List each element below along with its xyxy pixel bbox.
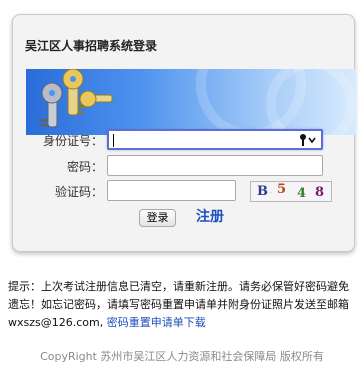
keys-icon xyxy=(39,69,113,128)
login-banner xyxy=(26,69,356,135)
captcha-char: B xyxy=(257,184,268,199)
login-button[interactable]: 登录 xyxy=(139,209,176,227)
captcha-char: 5 xyxy=(277,182,287,197)
text-caret xyxy=(113,134,114,147)
password-row: 密码： xyxy=(13,155,356,177)
password-input[interactable] xyxy=(107,155,323,176)
captcha-image[interactable]: B . . 5 4 8 xyxy=(250,181,332,202)
login-panel: 吴江区人事招聘系统登录 身份证号： 密码： 验证码： B . . 5 4 8 登… xyxy=(12,14,356,252)
captcha-row: 验证码： B . . 5 4 8 xyxy=(13,180,356,202)
banner-swirl xyxy=(266,69,356,135)
register-link[interactable]: 注册 xyxy=(196,206,224,226)
panel-title: 吴江区人事招聘系统登录 xyxy=(25,39,158,53)
captcha-label: 验证码： xyxy=(54,185,103,199)
id-number-input[interactable] xyxy=(107,129,323,150)
captcha-noise: . . xyxy=(269,190,273,194)
captcha-char: 8 xyxy=(315,185,325,200)
copyright: CopyRight 苏州市吴江区人力资源和社会保障局 版权所有 xyxy=(40,350,324,363)
password-label: 密码： xyxy=(66,160,103,174)
notice-text: 提示：上次考试注册信息已清空，请重新注册。请务必保管好密码避免遗忘！如忘记密码，… xyxy=(8,278,358,332)
captcha-char: 4 xyxy=(297,186,307,201)
key-dropdown-icon[interactable] xyxy=(299,133,317,151)
captcha-input[interactable] xyxy=(107,180,236,201)
id-row: 身份证号： xyxy=(13,129,356,151)
password-reset-form-download-link[interactable]: 密码重置申请单下载 xyxy=(107,316,206,329)
id-label: 身份证号： xyxy=(42,134,103,148)
